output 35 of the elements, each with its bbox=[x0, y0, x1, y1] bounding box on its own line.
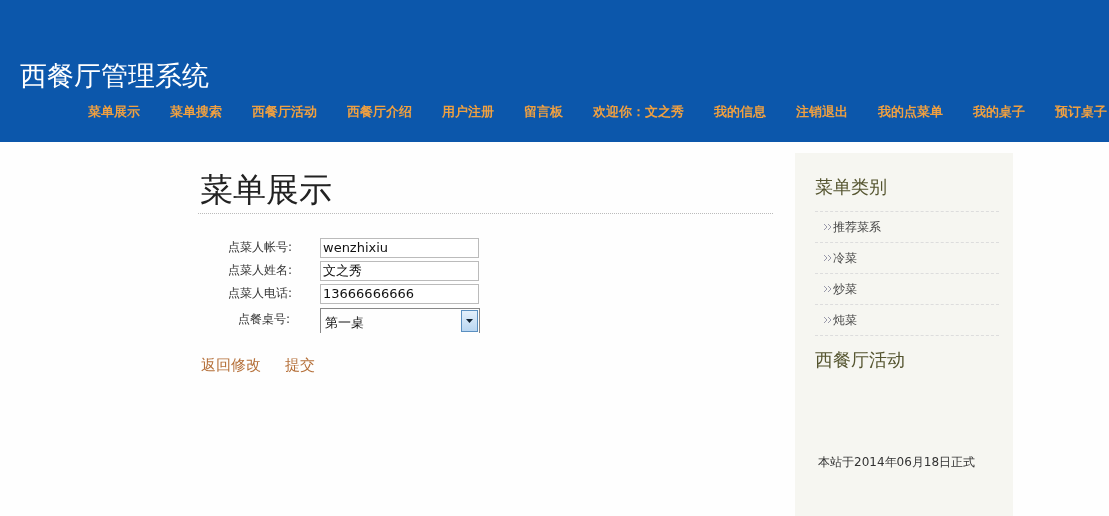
site-title: 西餐厅管理系统 bbox=[20, 59, 209, 93]
double-chevron-icon bbox=[824, 224, 832, 230]
input-field[interactable]: 13666666666 bbox=[320, 283, 479, 304]
nav-link[interactable]: 我的信息 bbox=[714, 104, 766, 121]
nav-link[interactable]: 菜单展示 bbox=[88, 104, 140, 121]
field-label: 点菜人电话: bbox=[226, 285, 292, 302]
double-chevron-icon bbox=[824, 286, 832, 292]
notice-text: 本站于2014年06月18日正式 bbox=[818, 454, 977, 471]
input-field[interactable]: wenzhixiu bbox=[320, 237, 479, 258]
category-link[interactable]: 推荐菜系 bbox=[833, 219, 881, 235]
action-link[interactable]: 返回修改 bbox=[201, 356, 261, 375]
field-label: 点菜人帐号: bbox=[226, 239, 292, 256]
category-link[interactable]: 炖菜 bbox=[833, 312, 857, 328]
section-heading: 西餐厅活动 bbox=[815, 348, 906, 372]
action-link[interactable]: 提交 bbox=[285, 356, 315, 375]
nav-link[interactable]: 欢迎你：文之秀 bbox=[593, 104, 684, 121]
page-heading: 菜单展示 bbox=[200, 169, 333, 211]
nav-link[interactable]: 我的点菜单 bbox=[878, 104, 943, 121]
input-field[interactable]: 文之秀 bbox=[320, 260, 479, 281]
nav-link[interactable]: 菜单搜索 bbox=[170, 104, 222, 121]
nav-link[interactable]: 西餐厅介绍 bbox=[347, 104, 412, 121]
section-heading: 菜单类别 bbox=[815, 175, 888, 199]
nav-link[interactable]: 留言板 bbox=[524, 104, 563, 121]
nav-link[interactable]: 预订桌子 bbox=[1055, 104, 1107, 121]
nav-link[interactable]: 注销退出 bbox=[796, 104, 848, 121]
field-label: 点菜人姓名: bbox=[226, 262, 292, 279]
nav-link[interactable]: 我的桌子 bbox=[973, 104, 1025, 121]
category-link[interactable]: 炒菜 bbox=[833, 281, 857, 297]
nav-link[interactable]: 用户注册 bbox=[442, 104, 494, 121]
nav-link[interactable]: 西餐厅活动 bbox=[252, 104, 317, 121]
field-label: 点餐桌号: bbox=[236, 311, 290, 328]
double-chevron-icon bbox=[824, 317, 832, 323]
category-link[interactable]: 冷菜 bbox=[833, 250, 857, 266]
double-chevron-icon bbox=[824, 255, 832, 261]
table-select[interactable]: 第一桌 bbox=[320, 308, 480, 333]
